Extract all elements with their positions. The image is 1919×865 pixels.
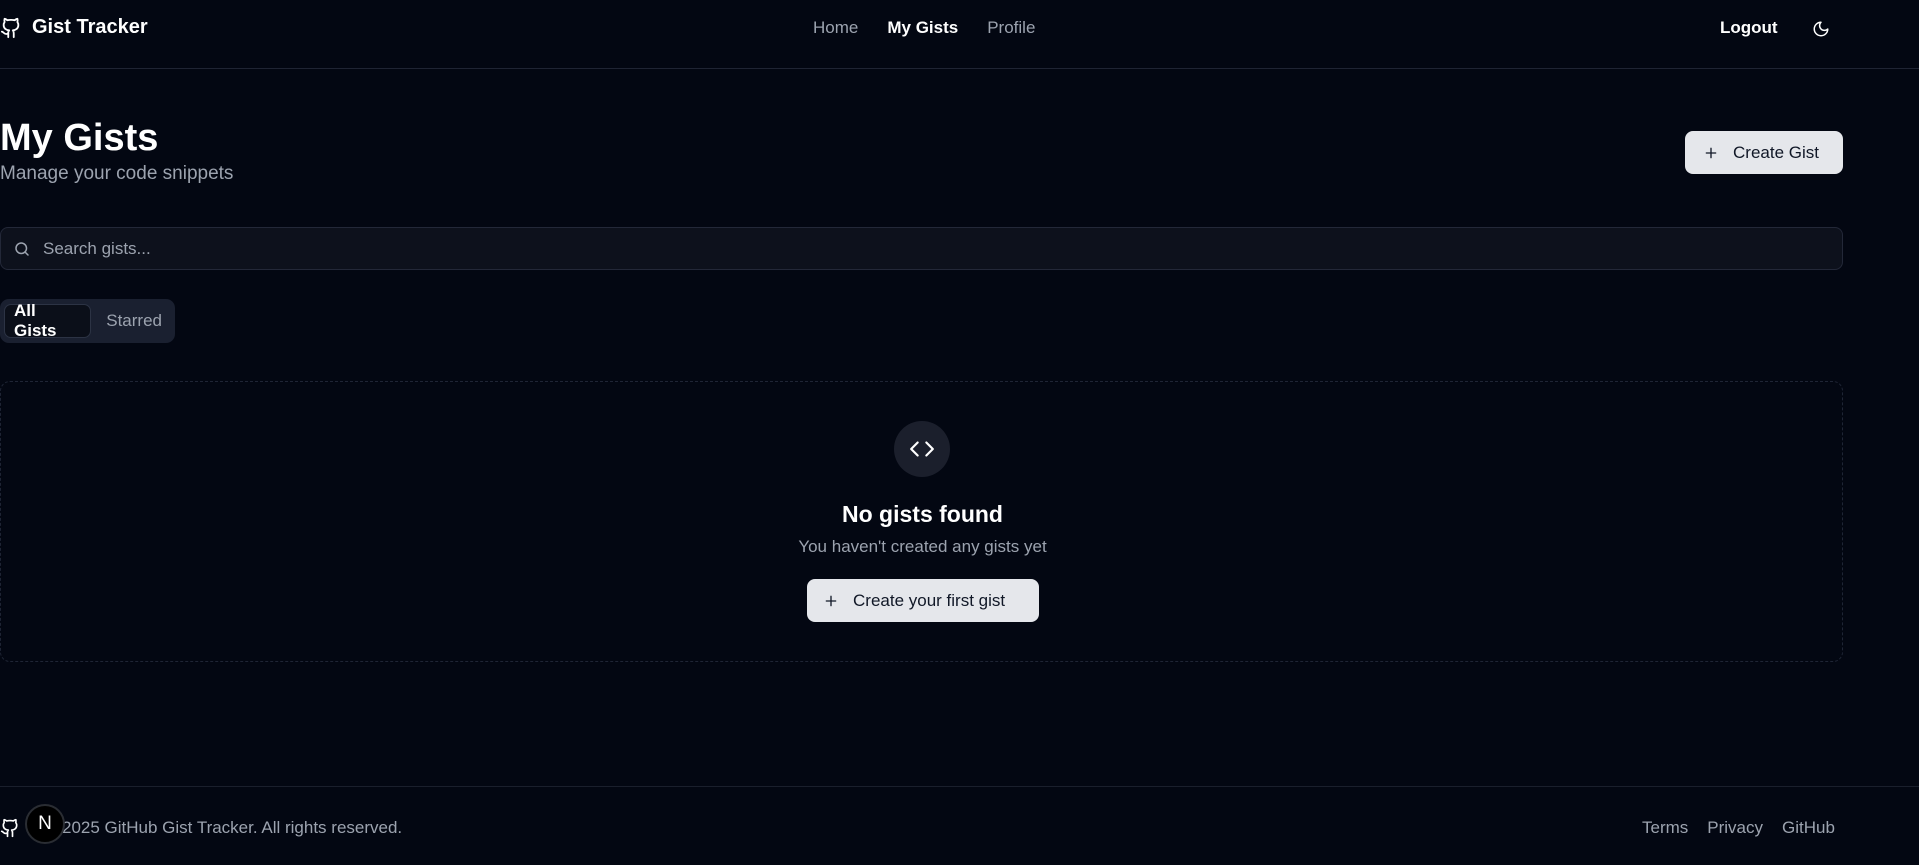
footer-link-privacy[interactable]: Privacy [1707,818,1763,838]
theme-toggle-button[interactable] [1809,17,1833,41]
create-gist-button[interactable]: Create Gist [1685,131,1843,174]
page-subtitle: Manage your code snippets [0,163,234,184]
site-footer: 2025 GitHub Gist Tracker. All rights res… [0,786,1919,865]
github-icon [0,17,20,38]
create-first-gist-button[interactable]: Create your first gist [807,579,1039,622]
copyright-text: 2025 GitHub Gist Tracker. All rights res… [62,818,403,837]
github-icon [0,818,18,838]
empty-icon-container [894,421,950,477]
app-name: Gist Tracker [32,16,148,38]
site-header: Gist Tracker Home My Gists Profile Logou… [0,0,1919,69]
search-box [0,227,1843,270]
footer-link-github[interactable]: GitHub [1782,818,1835,838]
search-icon [15,241,29,256]
nav-my-gists[interactable]: My Gists [887,18,958,38]
nav-home[interactable]: Home [813,18,858,38]
create-gist-label: Create Gist [1733,142,1819,162]
gist-tabs: All Gists Starred [0,299,175,343]
nextjs-dev-badge[interactable]: N [25,804,65,844]
empty-title: No gists found [842,501,1003,527]
plus-icon [825,595,837,606]
footer-link-terms[interactable]: Terms [1642,818,1688,838]
tab-all-gists[interactable]: All Gists [4,301,92,340]
search-input[interactable] [41,237,1842,260]
code-icon [910,441,934,457]
footer-links: Terms Privacy GitHub [1642,818,1835,838]
moon-icon [1813,21,1829,37]
tab-starred[interactable]: Starred [97,304,171,338]
empty-state: No gists found You haven't created any g… [0,381,1843,662]
plus-icon [1705,147,1717,158]
main-nav: Home My Gists Profile [813,18,1035,38]
brand[interactable]: Gist Tracker [0,16,148,39]
nav-profile[interactable]: Profile [987,18,1035,38]
create-first-gist-label: Create your first gist [853,590,1006,610]
empty-description: You haven't created any gists yet [798,537,1047,556]
page-title: My Gists [0,117,159,159]
logout-button[interactable]: Logout [1720,18,1778,38]
